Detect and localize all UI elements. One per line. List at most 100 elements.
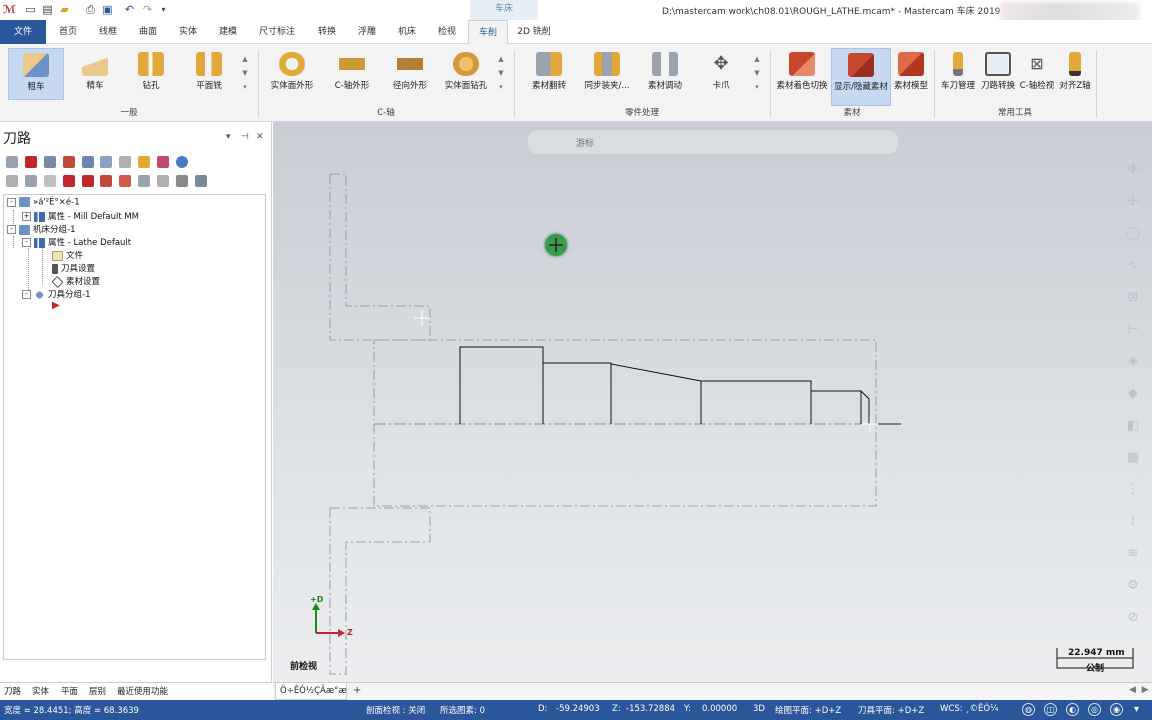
c-axis-view-button[interactable]: ⊠ C-轴检视 [1018, 48, 1056, 100]
tab-recent-functions[interactable]: 最近使用功能 [117, 685, 168, 697]
tree-item-machine-group[interactable]: - 机床分组-1 [7, 223, 75, 235]
construction-plane-status[interactable]: 绘图平面: +D+Z [775, 704, 841, 716]
finish-button[interactable]: 精车 [68, 48, 122, 100]
tree-expander[interactable]: - [7, 225, 16, 234]
wireframe-icon[interactable]: ◧ [1123, 416, 1143, 436]
graphics-viewport[interactable]: 游标 ✚ ✢ ◯ ∿ ⊠ ⊢ ◈ ◆ ◧ ▦ ⋮ ⁞ ≋ ⚙ ⊘ +D Z 前检… [273, 122, 1152, 682]
delete-failed-icon[interactable] [62, 156, 75, 168]
verify-icon[interactable] [138, 156, 151, 168]
panel-menu-icon[interactable]: ▾ [226, 132, 231, 142]
chuck-jaws-button[interactable]: ✥ 卡爪 [696, 48, 746, 100]
gallery-scroll-1[interactable]: ▲ ▼ ▾ [240, 52, 250, 94]
new-icon[interactable]: ▭ [24, 3, 37, 16]
stock-transfer-button[interactable]: 同步装夹/... [580, 48, 634, 100]
face-button[interactable]: 平面铣 [182, 48, 236, 100]
dropdown-icon[interactable]: ▾ [1134, 704, 1139, 715]
stock-model-button[interactable]: 素材模型 [892, 48, 930, 100]
tab-wireframe[interactable]: 线框 [89, 20, 127, 44]
tab-surfaces[interactable]: 曲面 [130, 20, 166, 44]
insert-arrow-icon[interactable] [100, 175, 113, 187]
align-z-axis-button[interactable]: 对齐Z轴 [1057, 48, 1093, 100]
help-icon[interactable] [175, 156, 188, 168]
shading-icon[interactable]: ◈ [1123, 352, 1143, 372]
print-icon[interactable]: ⎙ [84, 3, 97, 16]
tab-file[interactable]: 文件 [0, 20, 46, 44]
deselect-icon[interactable] [24, 156, 37, 168]
scroll-arrow-icon[interactable] [119, 175, 132, 187]
save-icon[interactable]: ▣ [101, 3, 114, 16]
fit-icon[interactable]: ⊠ [1123, 288, 1143, 308]
show-hide-stock-button[interactable]: 显示/隐藏素材 [831, 48, 891, 106]
drawing-canvas[interactable] [273, 122, 1152, 682]
tab-toolpaths[interactable]: 刀路 [4, 685, 21, 697]
settings-icon[interactable]: ⚙ [1123, 576, 1143, 596]
solid-face-contour-button[interactable]: 实体面外形 [266, 48, 318, 100]
visibility-icon[interactable]: ◉ [1110, 703, 1123, 716]
solid-face-drill-button[interactable]: 实体面钻孔 [440, 48, 492, 100]
open-folder-icon[interactable]: ▰ [58, 3, 71, 16]
tab-view[interactable]: 检视 [429, 20, 465, 44]
viewport-sheet-tab[interactable]: Ö÷ÊÓ½ÇÃæ°æ [275, 683, 347, 700]
wcs-status[interactable]: WCS: ¸©ÊÓ¼ [940, 704, 998, 714]
toggle-post-icon[interactable] [43, 175, 56, 187]
tab-solids-manager[interactable]: 实体 [32, 685, 49, 697]
gallery-scroll-2[interactable]: ▲ ▼ ▾ [496, 52, 506, 94]
tab-turning[interactable]: 车削 [468, 20, 508, 44]
dock-icon[interactable] [194, 175, 207, 187]
stock-advance-button[interactable]: 素材调动 [638, 48, 692, 100]
dimension-icon[interactable]: ⋮ [1123, 480, 1143, 500]
stock-flip-button[interactable]: 素材翻转 [522, 48, 576, 100]
lock-icon[interactable] [6, 175, 18, 187]
tool-manager-button[interactable]: 车刀管理 [938, 48, 978, 100]
tree-item-toolpath-group[interactable]: - 刀具分组-1 [22, 288, 90, 300]
tab-emboss[interactable]: 浮雕 [349, 20, 385, 44]
tab-levels[interactable]: 层别 [89, 685, 106, 697]
selected-entities-status[interactable]: 所选图素: 0 [440, 704, 485, 716]
cross-contour-button[interactable]: 径向外形 [384, 48, 436, 100]
tree-item-mill-properties[interactable]: + 属性 - Mill Default MM [22, 210, 139, 222]
solid-view-icon[interactable]: ◆ [1123, 384, 1143, 404]
move-down-icon[interactable] [62, 175, 75, 187]
wireframe-mode-icon[interactable]: ◎ [1088, 703, 1101, 716]
display-selected-icon[interactable] [138, 175, 151, 187]
regenerate-dirty-icon[interactable] [100, 156, 113, 168]
curve-icon[interactable]: ∿ [1123, 256, 1143, 276]
tree-item-tool-settings[interactable]: 刀具设置 [52, 262, 95, 274]
toolpath-options-icon[interactable] [175, 175, 188, 187]
add-sheet-button[interactable]: + [353, 685, 361, 696]
simulate-icon[interactable] [119, 156, 132, 168]
drill-button[interactable]: 钻孔 [126, 48, 176, 100]
tab-transform[interactable]: 转换 [308, 20, 346, 44]
stock-shading-button[interactable]: 素材着色切换 [774, 48, 830, 100]
grid-icon[interactable]: ▦ [1123, 448, 1143, 468]
tab-solids[interactable]: 实体 [169, 20, 207, 44]
points-icon[interactable]: ⁞ [1123, 512, 1143, 532]
tab-machine[interactable]: 机床 [389, 20, 425, 44]
tree-expander[interactable]: + [22, 212, 31, 221]
display-mode[interactable]: 3D [753, 704, 765, 714]
move-up-icon[interactable] [81, 175, 94, 187]
sheet-scroll-arrows[interactable]: ◀ ▶ [1129, 685, 1149, 695]
tab-drafting[interactable]: 尺寸标注 [250, 20, 304, 44]
section-view-status[interactable]: 剖面检视 : 关闭 [366, 704, 425, 716]
tree-item-lathe-properties[interactable]: - 属性 - Lathe Default [22, 236, 131, 248]
undo-icon[interactable]: ↶ [123, 3, 136, 16]
layers-icon[interactable]: ≋ [1123, 544, 1143, 564]
tab-model-prep[interactable]: 建模 [210, 20, 246, 44]
redo-icon[interactable]: ↷ [141, 3, 154, 16]
tree-expander[interactable]: - [22, 290, 31, 299]
panel-pin-icon[interactable]: ⊣ [241, 132, 249, 142]
pan-icon[interactable]: ✢ [1123, 192, 1143, 212]
clear-icon[interactable]: ⊘ [1123, 608, 1143, 628]
customize-icon[interactable]: ▾ [157, 3, 170, 16]
tab-planes[interactable]: 平面 [61, 685, 78, 697]
app-logo-icon[interactable]: ℳ [3, 3, 16, 16]
select-all-icon[interactable] [6, 156, 18, 168]
gallery-scroll-3[interactable]: ▲ ▼ ▾ [752, 52, 762, 94]
rotate-icon[interactable]: ◯ [1123, 224, 1143, 244]
tree-item-mill-group[interactable]: - »á'²É°×é-1 [7, 197, 80, 208]
tab-home[interactable]: 首页 [50, 20, 86, 44]
tree-item-files[interactable]: 文件 [52, 249, 83, 261]
toolpath-transform-button[interactable]: 刀路转换 [979, 48, 1017, 100]
regenerate-all-icon[interactable] [81, 156, 94, 168]
